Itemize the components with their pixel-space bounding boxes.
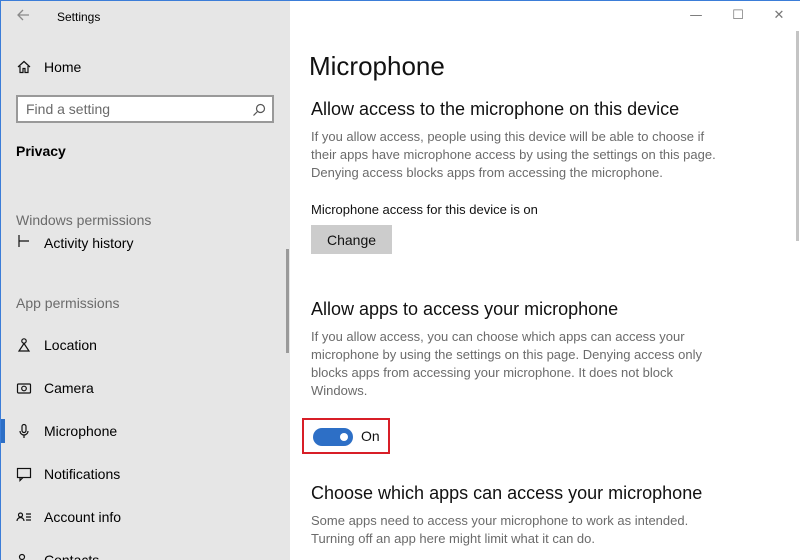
windows-permissions-header: Windows permissions	[16, 212, 152, 228]
toggle-highlight-box: On	[302, 418, 390, 454]
section-title: Privacy	[16, 143, 66, 159]
sidebar-item-label: Microphone	[44, 423, 118, 439]
app-title: Settings	[57, 10, 101, 24]
app-permissions-header: App permissions	[16, 295, 120, 311]
close-button[interactable]: ✕	[767, 5, 791, 27]
choose-apps-heading: Choose which apps can access your microp…	[311, 483, 703, 503]
location-icon	[16, 337, 32, 353]
device-access-heading: Allow access to the microphone on this d…	[311, 99, 680, 119]
sidebar-item-account-info[interactable]: Account info	[1, 499, 290, 535]
search-input[interactable]	[26, 100, 246, 118]
back-arrow-icon	[17, 9, 29, 21]
main-scrollbar[interactable]	[796, 31, 799, 241]
sidebar-item-contacts[interactable]: Contacts	[1, 542, 290, 560]
camera-icon	[16, 380, 32, 396]
toggle-state-label: On	[361, 428, 380, 444]
sidebar-item-label: Home	[44, 59, 82, 75]
microphone-icon	[16, 423, 32, 439]
sidebar-item-label: Notifications	[44, 466, 121, 482]
account-info-icon	[16, 509, 32, 525]
choose-apps-description: Some apps need to access your microphone…	[311, 513, 689, 546]
sidebar: Settings Home Privacy Windows permission…	[1, 1, 290, 560]
minimize-icon: —	[689, 8, 703, 23]
home-icon	[16, 59, 32, 75]
page-title: Microphone	[309, 51, 445, 81]
app-access-heading: Allow apps to access your microphone	[311, 299, 619, 319]
main-content: — ☐ ✕ Microphone Allow access to the mic…	[290, 1, 800, 560]
sidebar-item-label: Location	[44, 337, 97, 353]
app-access-toggle[interactable]	[313, 428, 353, 446]
device-access-status: Microphone access for this device is on	[311, 202, 538, 217]
sidebar-item-notifications[interactable]: Notifications	[1, 456, 290, 492]
maximize-button[interactable]: ☐	[726, 5, 750, 27]
maximize-icon: ☐	[732, 8, 744, 23]
sidebar-item-location[interactable]: Location	[1, 327, 290, 363]
app-access-description: If you allow access, you can choose whic…	[311, 329, 702, 398]
sidebar-item-label: Account info	[44, 509, 122, 525]
activity-history-icon	[16, 233, 32, 249]
back-button[interactable]	[13, 7, 33, 27]
sidebar-item-home[interactable]: Home	[1, 49, 290, 85]
sidebar-scrollbar[interactable]	[286, 249, 289, 353]
contacts-icon	[16, 552, 32, 560]
close-icon: ✕	[773, 8, 785, 23]
sidebar-item-activity-history[interactable]: Activity history	[1, 229, 290, 251]
notifications-icon	[16, 466, 32, 482]
minimize-button[interactable]: —	[684, 5, 708, 27]
sidebar-item-microphone[interactable]: Microphone	[1, 413, 290, 449]
search-icon[interactable]	[252, 102, 266, 116]
sidebar-item-camera[interactable]: Camera	[1, 370, 290, 406]
sidebar-item-label: Activity history	[44, 235, 134, 251]
search-field[interactable]	[16, 95, 274, 123]
device-access-description: If you allow access, people using this d…	[311, 129, 716, 180]
sidebar-item-label: Contacts	[44, 552, 100, 560]
sidebar-item-label: Camera	[44, 380, 94, 396]
change-button[interactable]: Change	[311, 225, 392, 254]
toggle-knob	[340, 433, 348, 441]
